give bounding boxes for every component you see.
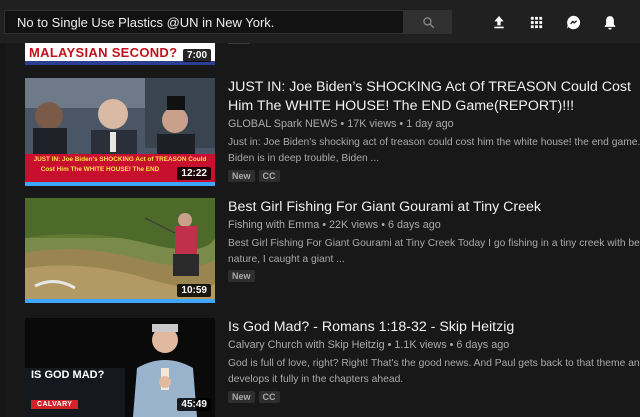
thumbnail-caption-line2: Cost Him The WHITE HOUSE! The END [40, 166, 160, 173]
video-duration: 12:22 [177, 167, 211, 180]
thumbnail-caption: MALAYSIAN SECOND? [29, 45, 178, 60]
watch-progress-bar [25, 299, 215, 303]
view-count: 22K views [328, 219, 379, 231]
meta-separator: • [381, 219, 388, 231]
upload-age: 1 day ago [406, 118, 454, 130]
description-line: Just in: Joe Biden's shocking act of tre… [228, 137, 640, 148]
badge-row: New CC [228, 170, 280, 182]
video-title[interactable]: JUST IN: Joe Biden’s SHOCKING Act Of TRE… [228, 78, 638, 116]
channel-name[interactable]: Fishing with Emma [228, 219, 319, 231]
video-result-partial[interactable]: MALAYSIAN SECOND? 7:00 [0, 43, 640, 65]
new-badge: New [228, 391, 255, 403]
meta-separator: • [322, 219, 329, 231]
video-meta: GLOBAL Spark NEWS • 17K views • 1 day ag… [228, 118, 454, 130]
new-badge: New [228, 170, 255, 182]
video-result[interactable]: 10:59 Best Girl Fishing For Giant Gouram… [0, 198, 640, 306]
description-line: God is full of love, right? Right! That'… [228, 358, 640, 369]
divider [228, 43, 250, 44]
video-title[interactable]: Is God Mad? - Romans 1:18-32 - Skip Heit… [228, 318, 638, 337]
search-icon [422, 16, 434, 28]
cc-badge: CC [258, 170, 280, 182]
upload-button[interactable] [488, 11, 510, 33]
description-line: Biden is in deep trouble, Biden ... [228, 153, 380, 164]
video-meta: Calvary Church with Skip Heitzig • 1.1K … [228, 339, 509, 351]
video-description: Best Girl Fishing For Giant Gourami at T… [228, 236, 640, 268]
video-description: Just in: Joe Biden's shocking act of tre… [228, 135, 640, 167]
search-button[interactable] [404, 10, 452, 34]
video-title[interactable]: Best Girl Fishing For Giant Gourami at T… [228, 198, 638, 217]
badge-row: New [228, 270, 255, 282]
video-thumbnail[interactable]: IS GOD MAD? CALVARY 45:49 [25, 318, 215, 417]
description-line: develops it fully in the chapters ahead. [228, 374, 404, 385]
messages-button[interactable] [562, 11, 584, 33]
description-line: Best Girl Fishing For Giant Gourami at T… [228, 238, 640, 249]
video-duration: 45:49 [177, 398, 211, 411]
video-meta: Fishing with Emma • 22K views • 6 days a… [228, 219, 441, 231]
cc-badge: CC [258, 391, 280, 403]
masthead [0, 0, 640, 43]
thumbnail-logo: CALVARY [31, 400, 79, 409]
notifications-bell-icon [604, 15, 616, 29]
video-result[interactable]: JUST IN: Joe Biden's SHOCKING Act of TRE… [0, 78, 640, 188]
upload-age: 6 days ago [387, 219, 441, 231]
new-badge: New [228, 270, 255, 282]
channel-name[interactable]: GLOBAL Spark NEWS [228, 118, 337, 130]
view-count: 1.1K views [394, 339, 447, 351]
watch-progress-bar [25, 182, 215, 186]
video-thumbnail[interactable]: 10:59 [25, 198, 215, 303]
apps-grid-icon [530, 16, 542, 28]
search-input[interactable] [5, 11, 403, 33]
description-line: nature, I caught a giant ... [228, 254, 345, 265]
results-feed: MALAYSIAN SECOND? 7:00 JUST IN: Joe Bide… [0, 43, 640, 417]
view-count: 17K views [347, 118, 397, 130]
video-duration: 10:59 [177, 284, 211, 297]
video-duration: 7:00 [182, 49, 211, 62]
thumbnail-caption-line1: JUST IN: Joe Biden's SHOCKING Act of TRE… [33, 156, 207, 163]
video-description: God is full of love, right? Right! That'… [228, 356, 640, 388]
video-result[interactable]: IS GOD MAD? CALVARY 45:49 Is God Mad? - … [0, 318, 640, 417]
apps-button[interactable] [525, 11, 547, 33]
messages-icon [566, 15, 580, 29]
thumbnail-caption: IS GOD MAD? [31, 369, 105, 381]
upload-icon [494, 16, 504, 29]
search-field[interactable] [4, 10, 404, 34]
channel-name[interactable]: Calvary Church with Skip Heitzig [228, 339, 385, 351]
video-title-line[interactable]: JUST IN: Joe Biden’s SHOCKING Act Of TRE… [228, 78, 638, 97]
video-thumbnail[interactable]: MALAYSIAN SECOND? 7:00 [25, 43, 215, 65]
upload-age: 6 days ago [456, 339, 510, 351]
video-title-line[interactable]: Him The WHITE HOUSE! The END Game(REPORT… [228, 97, 638, 116]
video-thumbnail[interactable]: JUST IN: Joe Biden's SHOCKING Act of TRE… [25, 78, 215, 186]
notifications-button[interactable] [599, 11, 621, 33]
badge-row: New CC [228, 391, 280, 403]
